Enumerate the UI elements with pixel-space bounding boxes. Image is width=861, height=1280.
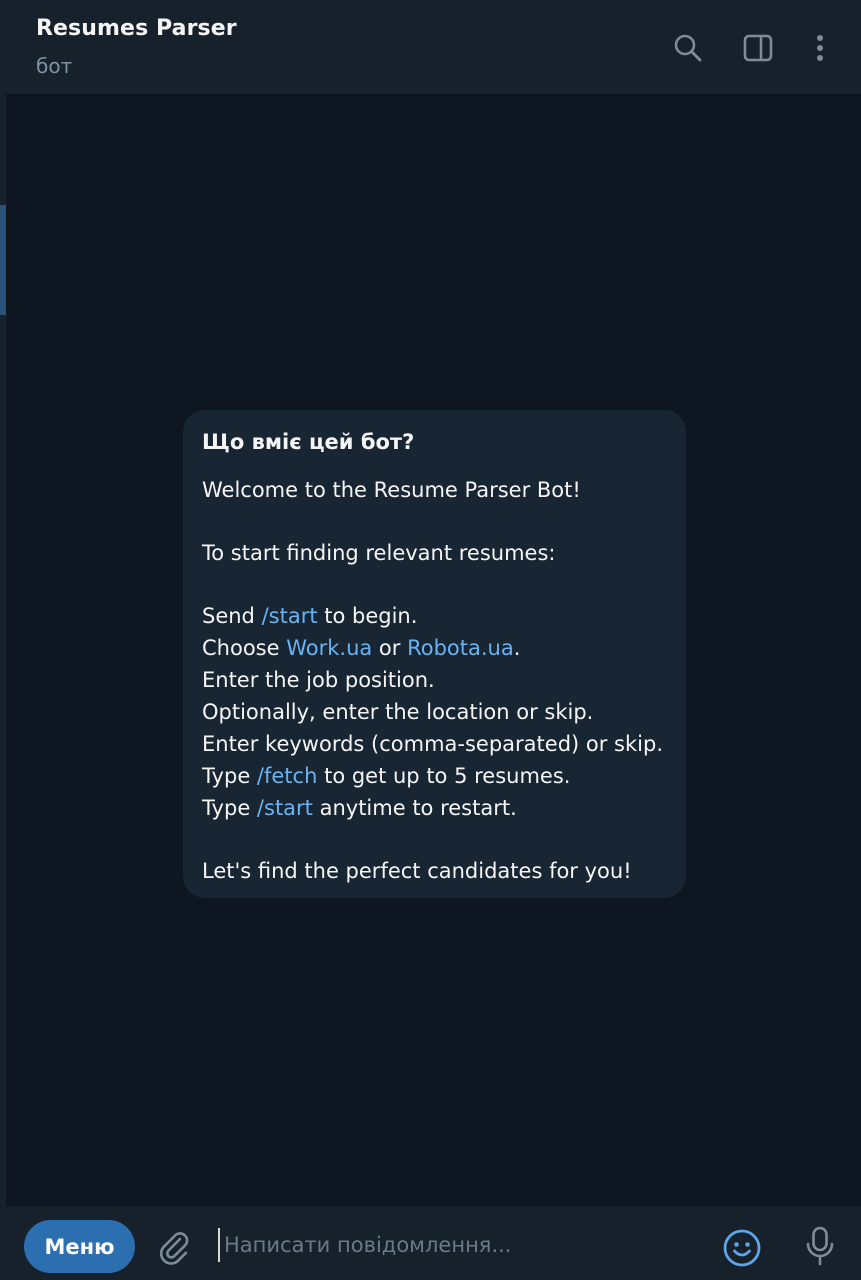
step-location: Optionally, enter the location or skip. [202, 700, 594, 724]
fetch-command-link[interactable]: /fetch [257, 764, 317, 788]
step-keywords: Enter keywords (comma-separated) or skip… [202, 732, 663, 756]
step-restart: Type /start anytime to restart. [202, 796, 517, 820]
chat-subtitle: бот [36, 54, 73, 78]
microphone-icon[interactable] [798, 1224, 842, 1268]
intro-text: To start finding relevant resumes: [202, 541, 556, 565]
bubble-heading: Що вміє цей бот? [202, 430, 415, 454]
message-input[interactable] [218, 1228, 698, 1262]
side-panel-icon[interactable] [738, 28, 778, 68]
start-command-link[interactable]: /start [262, 604, 318, 628]
work-ua-link[interactable]: Work.ua [286, 636, 372, 660]
robota-ua-link[interactable]: Robota.ua [407, 636, 514, 660]
chat-title[interactable]: Resumes Parser [36, 16, 237, 41]
emoji-icon[interactable] [720, 1226, 764, 1270]
restart-command-link[interactable]: /start [257, 796, 313, 820]
menu-button[interactable]: Меню [24, 1220, 135, 1273]
step-send: Send /start to begin. [202, 604, 418, 628]
step-fetch: Type /fetch to get up to 5 resumes. [202, 764, 571, 788]
attach-icon[interactable] [154, 1228, 194, 1268]
message-area[interactable]: Що вміє цей бот? Welcome to the Resume P… [6, 96, 861, 1204]
step-position: Enter the job position. [202, 668, 435, 692]
telegram-chat-window: Resumes Parser бот Що вміє цей бот? Welc… [0, 0, 861, 1280]
message-composer: Меню [6, 1205, 861, 1280]
search-icon[interactable] [668, 28, 708, 68]
chat-header: Resumes Parser бот [6, 0, 861, 95]
step-choose: Choose Work.ua or Robota.ua. [202, 636, 521, 660]
closing-text: Let's find the perfect candidates for yo… [202, 859, 632, 883]
more-vertical-icon[interactable] [800, 28, 840, 68]
bot-description-bubble: Що вміє цей бот? Welcome to the Resume P… [183, 410, 686, 898]
welcome-text: Welcome to the Resume Parser Bot! [202, 478, 581, 502]
